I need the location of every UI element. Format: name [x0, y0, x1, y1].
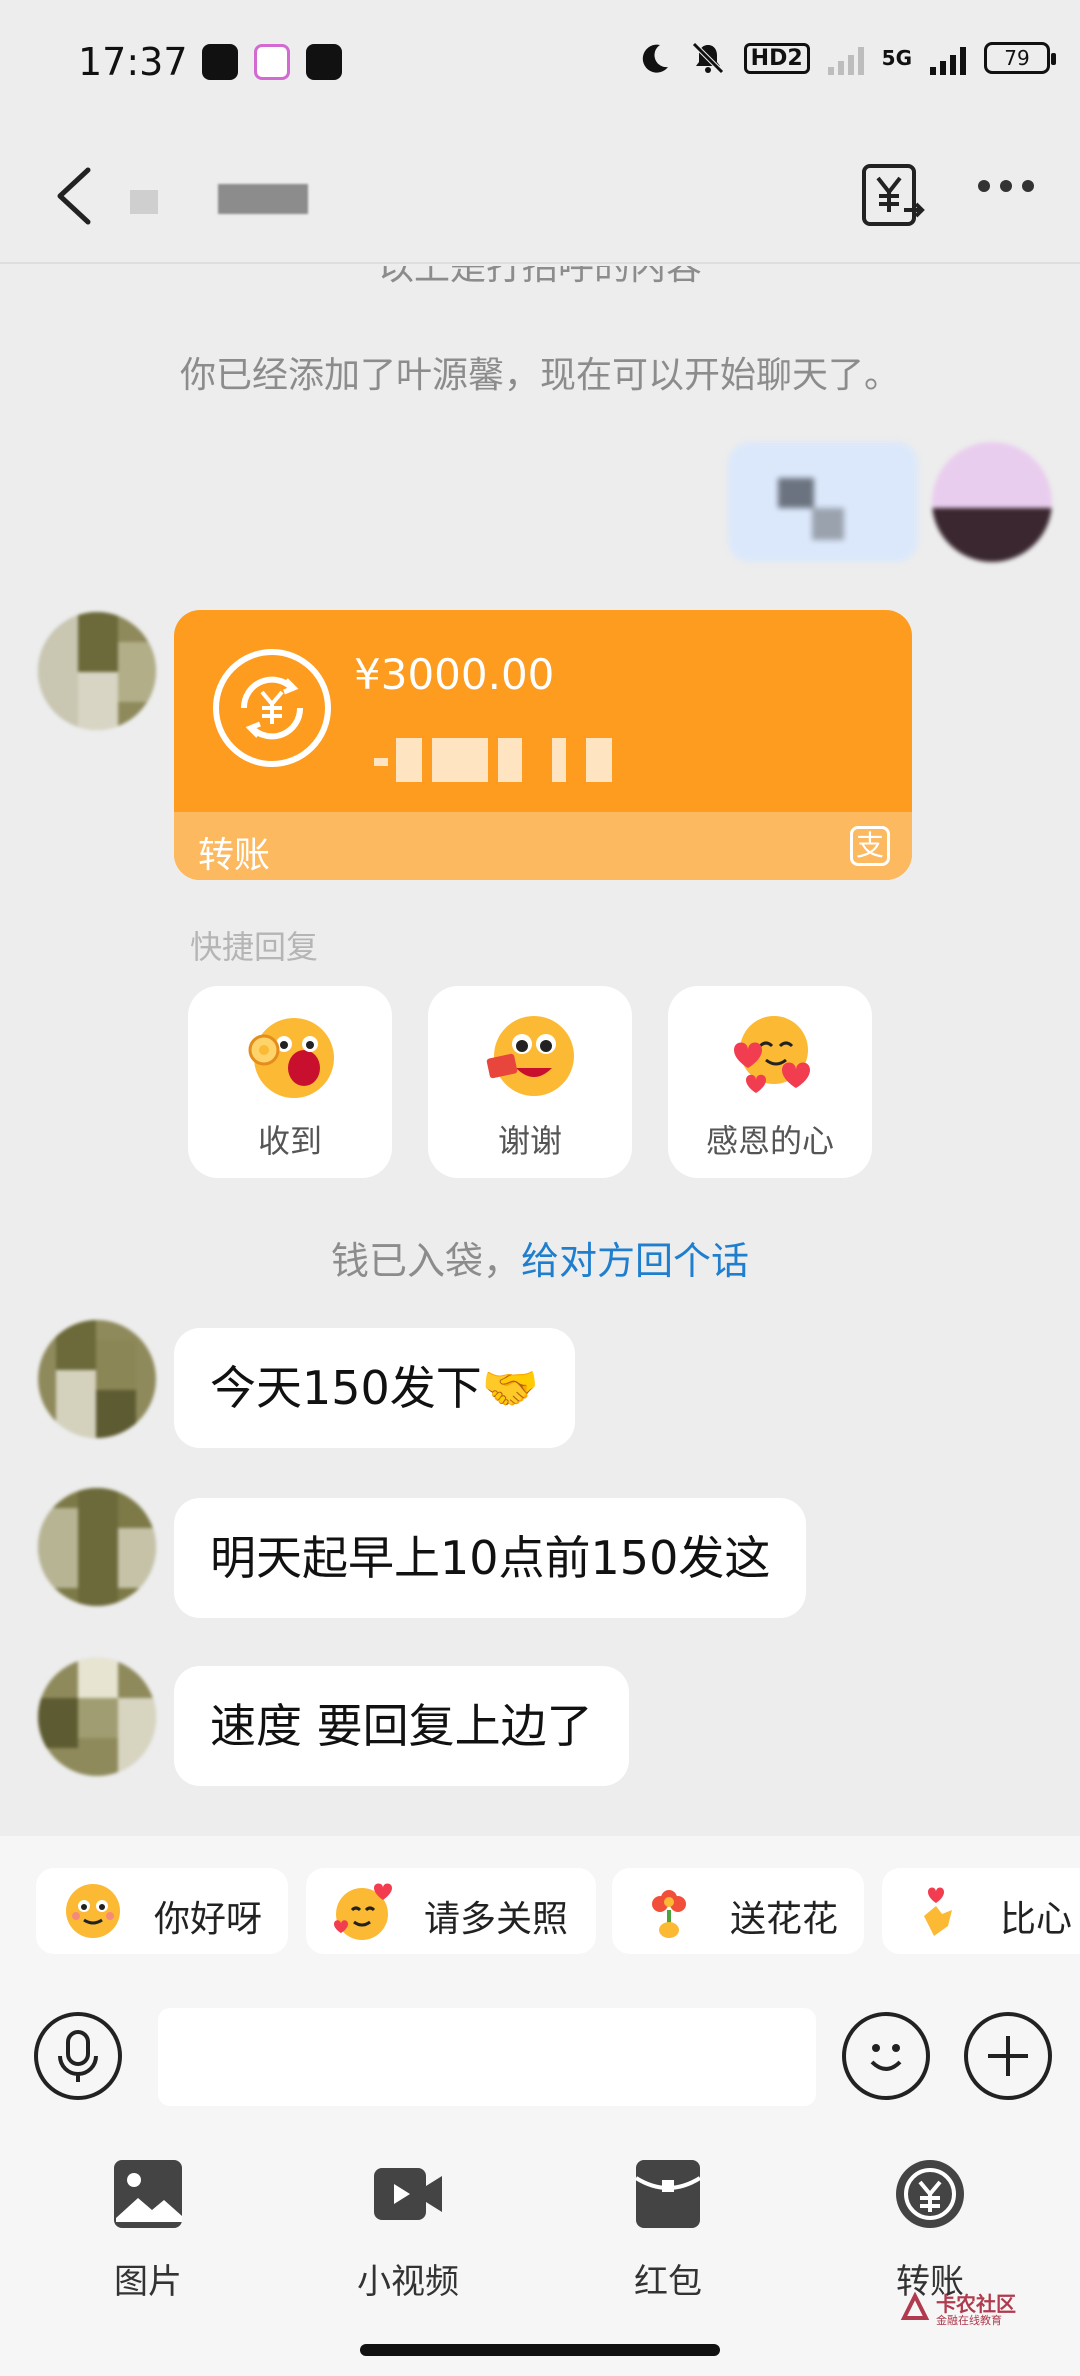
quick-reply-received[interactable]: 收到 [188, 986, 392, 1178]
suggestion-chip[interactable]: 送花花 [612, 1868, 864, 1954]
signal-bars-sim2 [930, 41, 966, 75]
yuan-transfer-icon[interactable] [858, 160, 928, 230]
microphone-icon [58, 2030, 98, 2082]
transfer-amount: ¥3000.00 [354, 650, 555, 699]
suggestion-chip-label: 比心 [1000, 1899, 1073, 1940]
emoji-button[interactable] [842, 2012, 930, 2100]
contact-avatar[interactable] [38, 1658, 156, 1776]
message-input[interactable] [158, 2008, 816, 2106]
tool-red-envelope[interactable]: 红包 [588, 2156, 748, 2316]
ok-hand-emoji-icon [248, 1018, 334, 1098]
suggestion-chip-label: 送花花 [730, 1899, 839, 1940]
chat-header [0, 128, 1080, 264]
suggestion-chip[interactable]: 请多关照 [306, 1868, 596, 1954]
add-more-button[interactable] [964, 2012, 1052, 2100]
message-bubble[interactable]: 今天150发下🤝 [174, 1328, 576, 1448]
soul-app-icon [202, 44, 238, 80]
system-message-partial: 以上是打招呼的内容 [377, 266, 702, 288]
chevron-left-icon[interactable] [46, 158, 106, 234]
transfer-footer: 转账 支 [174, 812, 912, 880]
home-indicator[interactable] [360, 2344, 720, 2356]
contact-avatar[interactable] [38, 1320, 156, 1438]
battery-indicator: 79 [984, 42, 1056, 74]
message-bubble[interactable]: 速度 要回复上边了 [174, 1666, 629, 1786]
money-tip-text: 钱已入袋， [330, 1239, 521, 1283]
alipay-logo-icon: 支 [850, 826, 890, 866]
tiktok-app-icon [306, 44, 342, 80]
message-bubble[interactable]: 明天起早上10点前150发这 [174, 1498, 807, 1618]
watermark-subtitle: 金融在线教育 [936, 2314, 1002, 2327]
reply-link[interactable]: 给对方回个话 [521, 1239, 749, 1283]
contact-avatar[interactable] [38, 1488, 156, 1606]
quick-reply-title: 快捷回复 [190, 928, 319, 966]
quick-reply-label: 感恩的心 [705, 1122, 834, 1160]
more-dots-icon[interactable] [978, 180, 1034, 192]
video-icon [374, 2168, 442, 2220]
chat-messages[interactable]: 以上是打招呼的内容 你已经添加了叶源馨，现在可以开始聊天了。 ¥3000.00 … [0, 266, 1080, 1836]
tool-label: 图片 [114, 2262, 182, 2302]
suggestion-chip-label: 请多关照 [424, 1899, 569, 1940]
status-indicators: HD2 5G 79 [638, 40, 1056, 76]
self-avatar[interactable] [932, 442, 1052, 562]
quick-reply-grateful[interactable]: 感恩的心 [668, 986, 872, 1178]
quick-reply-thanks[interactable]: 谢谢 [428, 986, 632, 1178]
gallery-app-icon [254, 44, 290, 80]
quick-reply-label: 谢谢 [497, 1122, 562, 1160]
hd-badge: HD2 [743, 42, 810, 74]
status-bar: 17:37 HD2 5G 79 [0, 0, 1080, 128]
finger-heart-icon [924, 1887, 952, 1936]
hearts-emoji-icon [734, 1016, 810, 1093]
kanong-logo-icon [900, 2292, 930, 2320]
suggestion-chip[interactable]: 你好呀 [36, 1868, 288, 1954]
money-received-tip: 钱已入袋，给对方回个话 [0, 1230, 1080, 1285]
transfer-exchange-icon [213, 649, 331, 767]
suggestion-chip-label: 你好呀 [154, 1899, 263, 1940]
kanong-watermark: 卡农社区 金融在线教育 [900, 2286, 1030, 2332]
tool-image[interactable]: 图片 [68, 2156, 228, 2316]
moon-icon [642, 44, 668, 73]
transfer-footer-label: 转账 [198, 835, 271, 876]
system-message-added: 你已经添加了叶源馨，现在可以开始聊天了。 [179, 355, 900, 396]
smile-emoji-icon [66, 1884, 120, 1938]
composer-area: 你好呀 请多关照 送花花 比心 图片 小视频 红包 转账 卡农社区 金融在线教育 [0, 1836, 1080, 2376]
smile-face-icon [870, 2044, 902, 2071]
contact-name-redacted [130, 184, 308, 214]
self-message-redacted [728, 442, 918, 562]
voice-button[interactable] [34, 2012, 122, 2100]
contact-avatar[interactable] [38, 612, 156, 730]
transfer-icon [896, 2160, 964, 2228]
suggestion-chips[interactable]: 你好呀 请多关照 送花花 比心 [0, 1868, 1080, 1954]
image-icon [114, 2160, 182, 2228]
signal-bars-sim1 [827, 41, 864, 75]
thanks-emoji-icon [486, 1016, 574, 1096]
tool-label: 小视频 [357, 2262, 459, 2302]
mute-bell-icon [691, 42, 724, 74]
tool-video[interactable]: 小视频 [328, 2156, 488, 2316]
input-row [0, 2002, 1080, 2112]
plus-icon [988, 2036, 1028, 2076]
tool-label: 红包 [634, 2262, 702, 2302]
transfer-card[interactable]: ¥3000.00 转账 支 [174, 610, 912, 880]
status-time: 17:37 [78, 40, 188, 84]
suggestion-chip[interactable]: 比心 [882, 1868, 1080, 1954]
heart-smile-emoji-icon [334, 1883, 392, 1940]
network-type: 5G [881, 46, 912, 70]
quick-reply-label: 收到 [257, 1122, 322, 1160]
red-envelope-icon [634, 2160, 702, 2228]
transfer-note-redacted [374, 732, 612, 782]
flower-icon [652, 1890, 686, 1938]
